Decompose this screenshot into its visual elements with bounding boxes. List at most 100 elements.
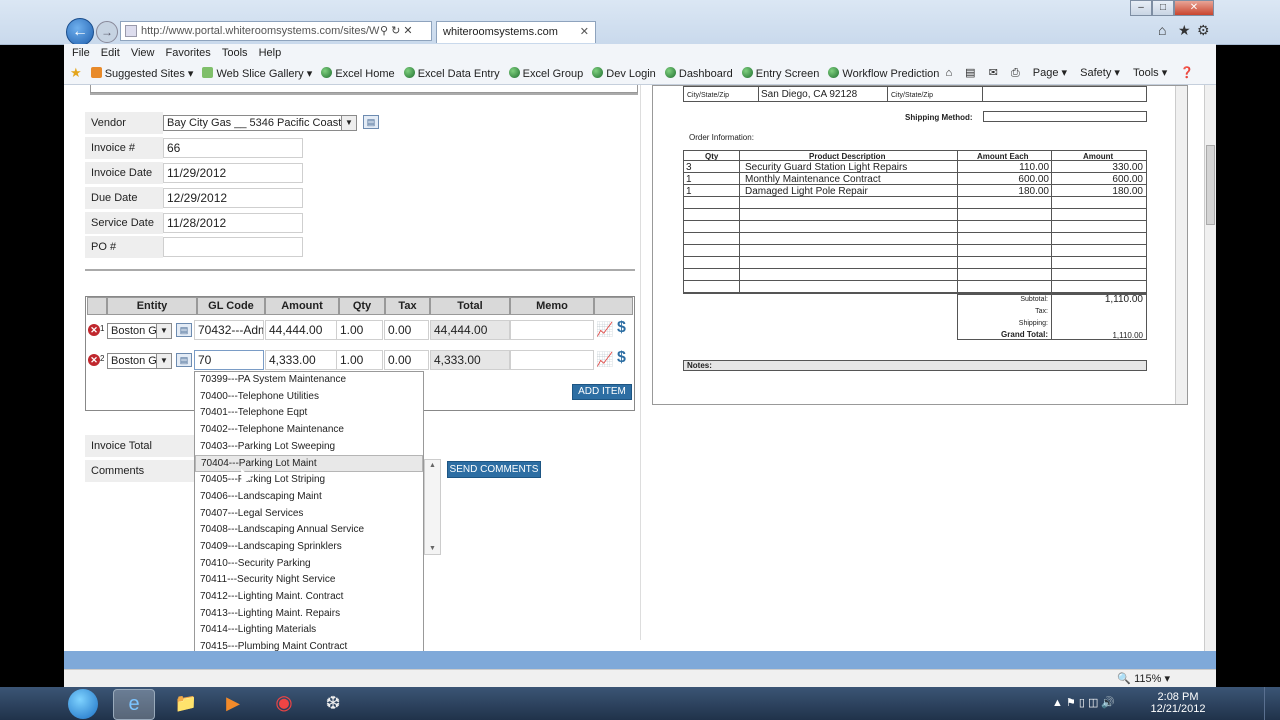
gl-option[interactable]: 70405---Parking Lot Striping <box>195 472 423 489</box>
mail-icon[interactable]: ✉ <box>989 67 998 79</box>
gl-code-dropdown[interactable]: 70399---PA System Maintenance 70400---Tel… <box>194 371 424 671</box>
tab-whiteroomsystems[interactable]: whiteroomsystems.com ✕ <box>436 21 596 43</box>
ie-taskbar-icon[interactable]: e <box>113 689 155 720</box>
amount-field[interactable]: 44,444.00 <box>265 320 337 340</box>
vendor-select[interactable]: Bay City Gas __ 5346 Pacific Coast ▼ <box>163 115 357 131</box>
gl-option[interactable]: 70409---Landscaping Sprinklers <box>195 539 423 556</box>
gl-option[interactable]: 70406---Landscaping Maint <box>195 489 423 506</box>
scroll-thumb[interactable] <box>1206 145 1215 225</box>
fav-web-slice-gallery[interactable]: Web Slice Gallery ▾ <box>202 63 312 85</box>
tray-icons[interactable]: ▲ ⚑ ▯ ◫ 🔊 <box>1052 696 1115 709</box>
fav-dev-login[interactable]: Dev Login <box>592 63 656 85</box>
folder-taskbar-icon[interactable]: 📁 <box>166 689 206 718</box>
close-tab-icon[interactable]: ✕ <box>580 22 589 43</box>
fav-label: Entry Screen <box>755 68 820 80</box>
entity-lookup-icon[interactable]: ▤ <box>176 323 192 337</box>
app-taskbar-icon[interactable]: ❆ <box>313 689 353 718</box>
menu-favorites[interactable]: Favorites <box>166 44 211 62</box>
chart-line-icon[interactable]: 📈 <box>596 351 613 368</box>
gl-option[interactable]: 70404---Parking Lot Maint <box>195 455 423 473</box>
delete-row-icon[interactable]: ✕ <box>88 324 100 336</box>
fav-workflow-prediction[interactable]: Workflow Prediction <box>828 63 939 85</box>
refresh-icon[interactable]: ↻ <box>391 25 400 37</box>
comments-scrollbar[interactable]: ▲ ▼ <box>424 459 441 555</box>
cmd-safety[interactable]: Safety ▾ <box>1080 67 1120 79</box>
back-button[interactable]: ← <box>66 18 94 46</box>
rss-icon[interactable]: ▤ <box>965 67 975 79</box>
favorites-star-icon[interactable]: ★ <box>1178 22 1191 39</box>
entity-select[interactable]: Boston G ▼ <box>107 323 172 339</box>
tax-field[interactable]: 0.00 <box>384 350 429 370</box>
service-date-field[interactable]: 11/28/2012 <box>163 213 303 233</box>
maximize-button[interactable]: □ <box>1152 0 1174 16</box>
gl-option[interactable]: 70401---Telephone Eqpt <box>195 405 423 422</box>
fav-entry-screen[interactable]: Entry Screen <box>741 63 820 85</box>
home-icon[interactable]: ⌂ <box>945 67 952 79</box>
fav-dashboard[interactable]: Dashboard <box>664 63 733 85</box>
gl-option[interactable]: 70410---Security Parking <box>195 556 423 573</box>
scroll-up-icon[interactable]: ▲ <box>425 462 440 469</box>
dollar-icon[interactable]: $ <box>617 319 626 337</box>
zoom-level[interactable]: 🔍 115% ▾ <box>1117 670 1170 688</box>
home-icon[interactable]: ⌂ <box>1158 22 1166 38</box>
scroll-down-icon[interactable]: ▼ <box>425 545 440 552</box>
cmd-page[interactable]: Page ▾ <box>1033 67 1067 79</box>
gl-option[interactable]: 70402---Telephone Maintenance <box>195 422 423 439</box>
gl-code-field[interactable]: 70432---Adm <box>194 320 264 340</box>
due-date-field[interactable]: 12/29/2012 <box>163 188 303 208</box>
fav-suggested-sites[interactable]: Suggested Sites ▾ <box>90 63 193 85</box>
menu-view[interactable]: View <box>131 44 155 62</box>
show-desktop-button[interactable] <box>1264 687 1280 720</box>
amount-field[interactable]: 4,333.00 <box>265 350 337 370</box>
invoice-no-field[interactable]: 66 <box>163 138 303 158</box>
fav-excel-data-entry[interactable]: Excel Data Entry <box>403 63 500 85</box>
help-icon[interactable]: ❓ <box>1180 67 1194 79</box>
entity-select[interactable]: Boston G ▼ <box>107 353 172 369</box>
send-comments-button[interactable]: SEND COMMENTS <box>447 461 541 478</box>
start-button[interactable] <box>68 689 98 719</box>
po-field[interactable] <box>163 237 303 257</box>
gl-option[interactable]: 70412---Lighting Maint. Contract <box>195 589 423 606</box>
forward-button[interactable]: → <box>96 21 118 43</box>
cmd-tools[interactable]: Tools ▾ <box>1133 67 1167 79</box>
gl-option[interactable]: 70407---Legal Services <box>195 506 423 523</box>
menu-edit[interactable]: Edit <box>101 44 120 62</box>
memo-field[interactable] <box>510 320 594 340</box>
chart-line-icon[interactable]: 📈 <box>596 321 613 338</box>
gl-option[interactable]: 70400---Telephone Utilities <box>195 389 423 406</box>
page-scrollbar[interactable] <box>1204 85 1216 669</box>
memo-field[interactable] <box>510 350 594 370</box>
tax-field[interactable]: 0.00 <box>384 320 429 340</box>
menu-help[interactable]: Help <box>259 44 282 62</box>
gl-option[interactable]: 70403---Parking Lot Sweeping <box>195 439 423 456</box>
gl-option[interactable]: 70399---PA System Maintenance <box>195 372 423 389</box>
minimize-button[interactable]: – <box>1130 0 1152 16</box>
vendor-lookup-icon[interactable]: ▤ <box>363 115 379 129</box>
gl-option[interactable]: 70411---Security Night Service <box>195 572 423 589</box>
invoice-date-field[interactable]: 11/29/2012 <box>163 163 303 183</box>
clock[interactable]: 2:08 PM 12/21/2012 <box>1148 691 1208 715</box>
gear-icon[interactable]: ⚙ <box>1197 22 1210 39</box>
entity-lookup-icon[interactable]: ▤ <box>176 353 192 367</box>
gl-option[interactable]: 70413---Lighting Maint. Repairs <box>195 606 423 623</box>
gl-option[interactable]: 70414---Lighting Materials <box>195 622 423 639</box>
stop-icon[interactable]: ✕ <box>403 25 412 37</box>
favorites-star-icon[interactable]: ★ <box>70 62 82 85</box>
qty-field[interactable]: 1.00 <box>336 320 383 340</box>
qty-field[interactable]: 1.00 <box>336 350 383 370</box>
close-window-button[interactable]: ✕ <box>1174 0 1214 16</box>
media-taskbar-icon[interactable]: ▶ <box>213 689 253 718</box>
fav-excel-home[interactable]: Excel Home <box>321 63 395 85</box>
search-icon[interactable]: ⚲ <box>380 25 388 37</box>
delete-row-icon[interactable]: ✕ <box>88 354 100 366</box>
invoice-scrollbar[interactable] <box>1175 86 1187 404</box>
menu-tools[interactable]: Tools <box>222 44 248 62</box>
print-icon[interactable]: ⎙ <box>1011 67 1020 79</box>
chrome-taskbar-icon[interactable]: ◉ <box>264 689 304 718</box>
fav-excel-group[interactable]: Excel Group <box>508 63 583 85</box>
dollar-icon[interactable]: $ <box>617 349 626 367</box>
menu-file[interactable]: File <box>72 44 90 62</box>
gl-option[interactable]: 70408---Landscaping Annual Service <box>195 522 423 539</box>
add-item-button[interactable]: ADD ITEM <box>572 384 632 400</box>
gl-code-field-active[interactable]: 70 <box>194 350 264 370</box>
